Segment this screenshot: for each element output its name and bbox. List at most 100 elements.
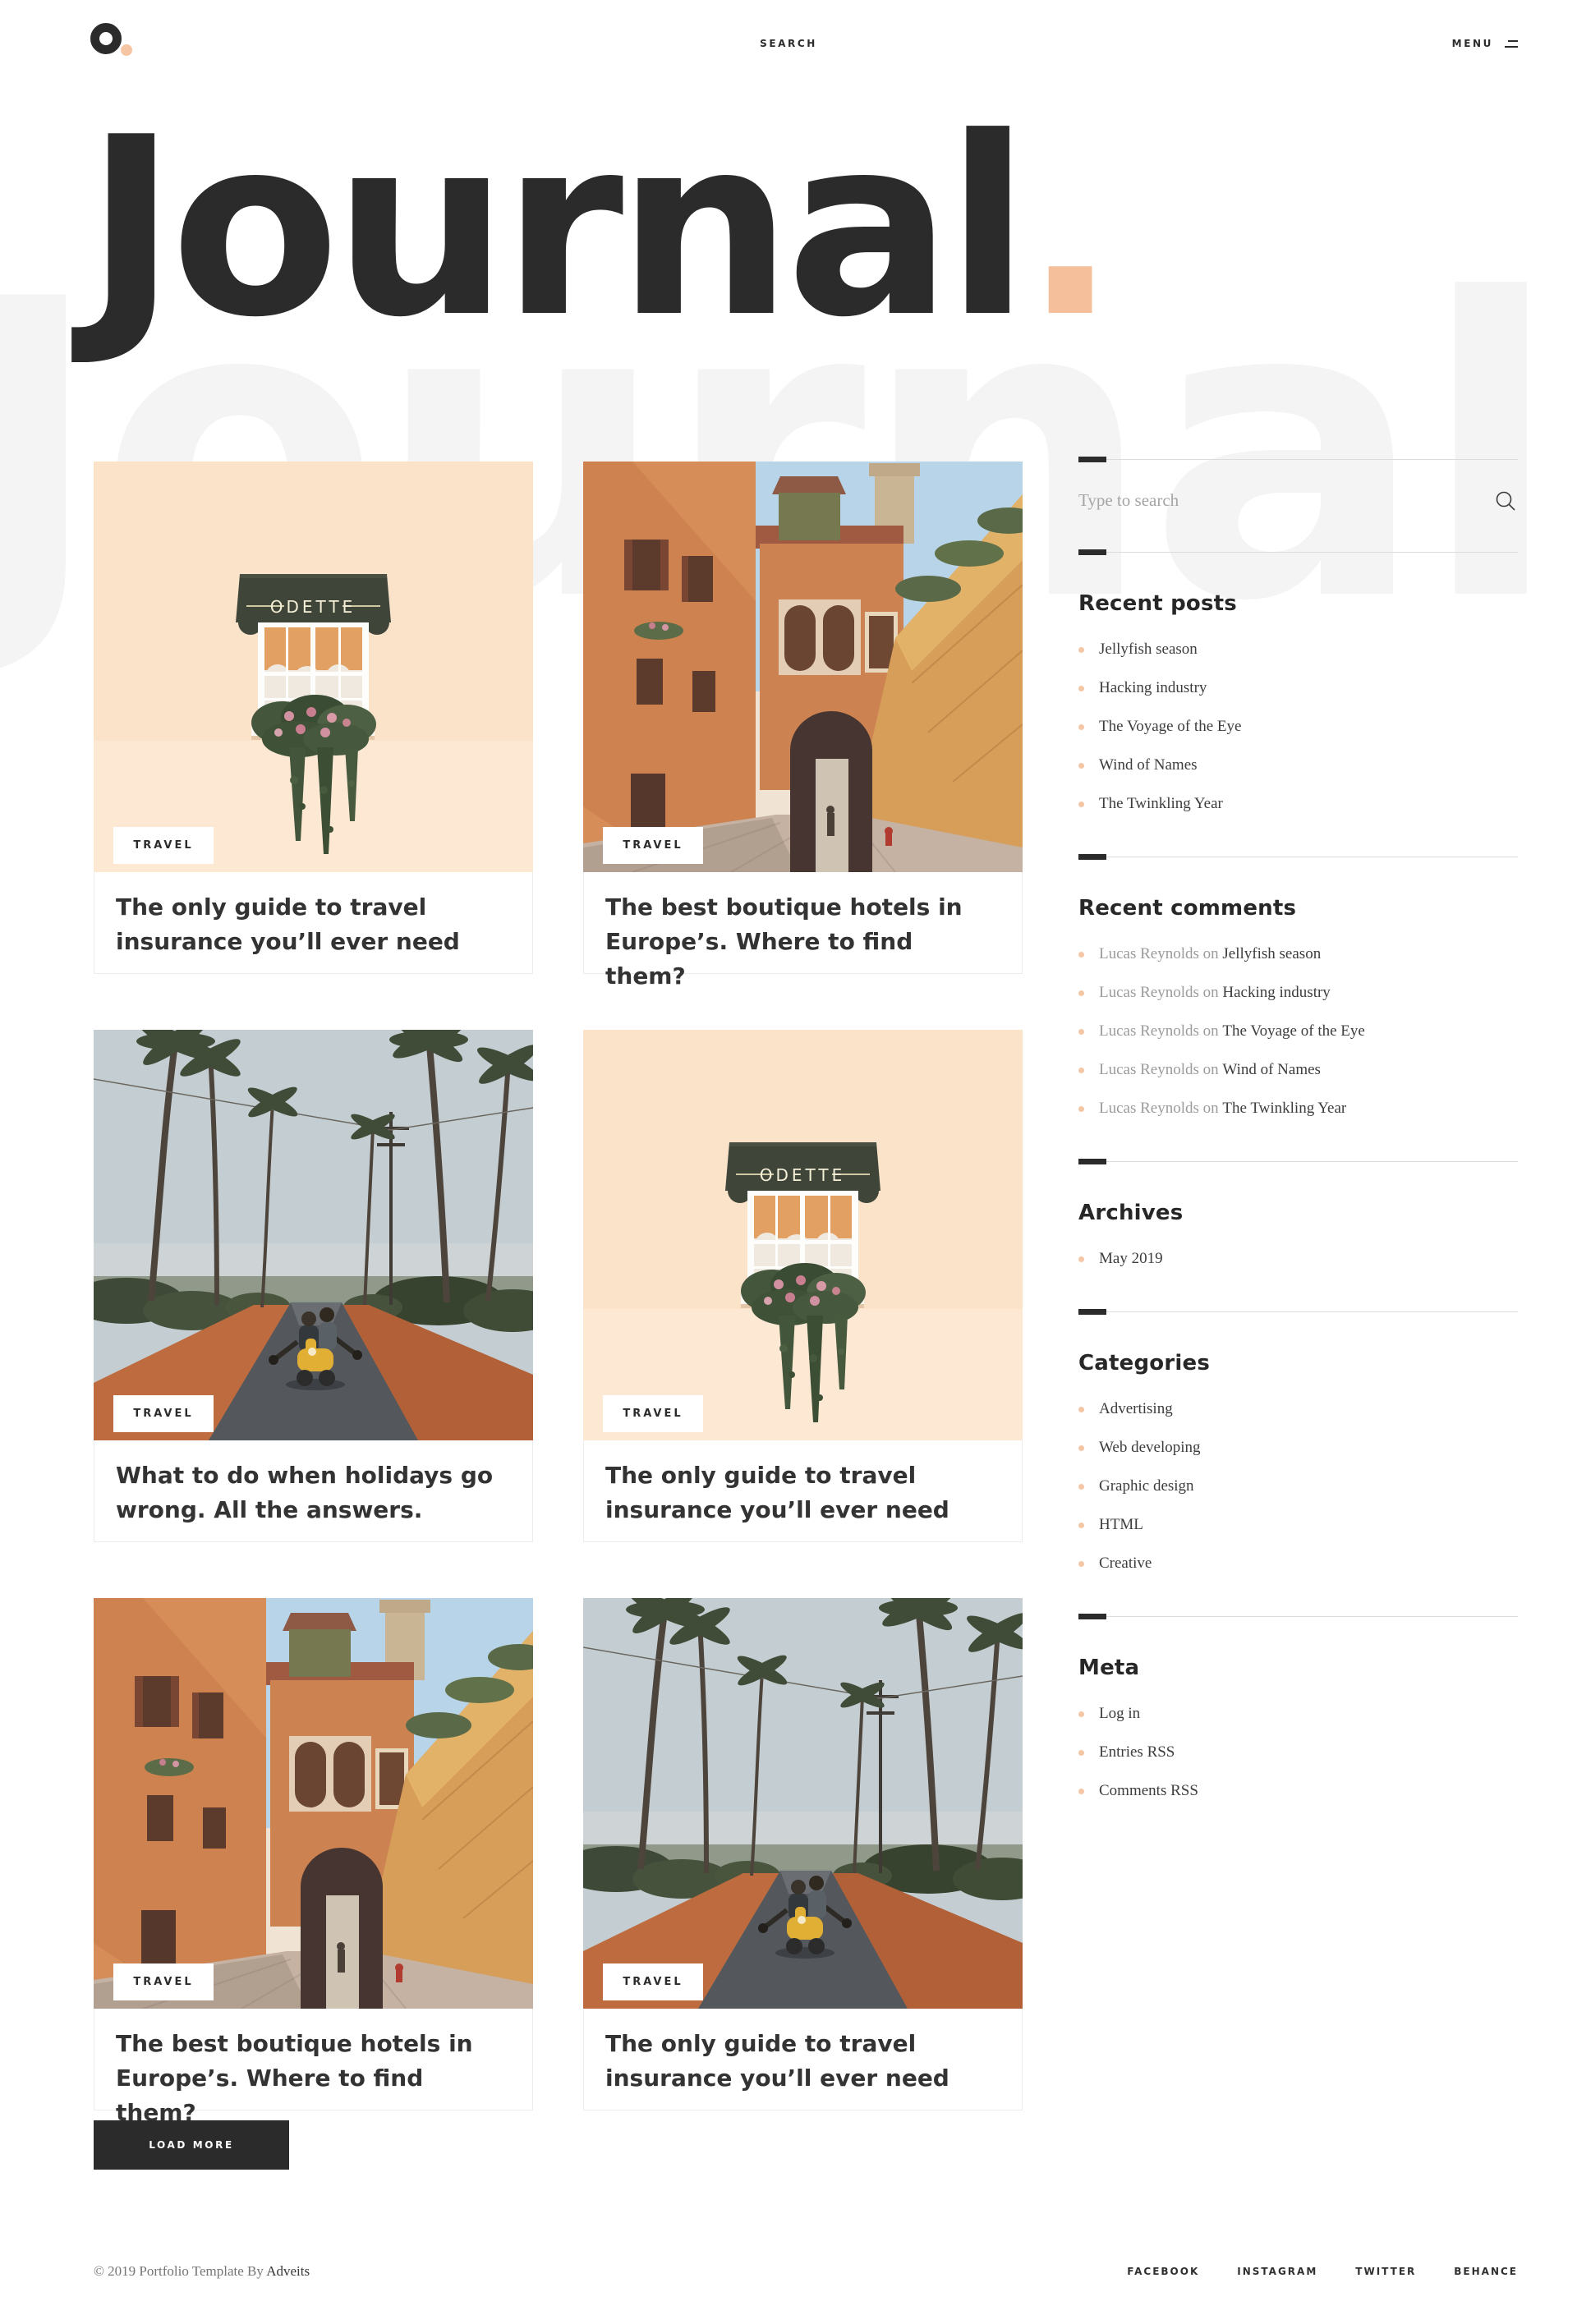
- odette-storefront-illustration: ODETTE: [94, 462, 533, 872]
- post-category-tag[interactable]: TRAVEL: [603, 1963, 703, 2000]
- list-item[interactable]: May 2019: [1078, 1250, 1518, 1268]
- bullet-dot-icon: [1078, 1106, 1084, 1112]
- post-category-tag[interactable]: TRAVEL: [113, 827, 214, 864]
- comment-author: Lucas Reynolds on: [1099, 1022, 1222, 1040]
- list-item[interactable]: Lucas Reynolds on The Voyage of the Eye: [1078, 1022, 1518, 1040]
- comment-post-link[interactable]: The Twinkling Year: [1222, 1100, 1346, 1118]
- list-item[interactable]: Advertising: [1078, 1400, 1518, 1418]
- sidebar-widget: Categories AdvertisingWeb developingGrap…: [1078, 1309, 1518, 1573]
- post-category-tag[interactable]: TRAVEL: [113, 1395, 214, 1432]
- list-item[interactable]: Lucas Reynolds on Hacking industry: [1078, 984, 1518, 1002]
- svg-text:ODETTE: ODETTE: [270, 597, 356, 617]
- footer-social: FACEBOOK INSTAGRAM TWITTER BEHANCE: [1127, 2266, 1518, 2277]
- list-item[interactable]: The Twinkling Year: [1078, 795, 1518, 813]
- list-item[interactable]: Jellyfish season: [1078, 641, 1518, 659]
- sidebar-widget: Archives May 2019: [1078, 1159, 1518, 1268]
- comment-post-link[interactable]: The Voyage of the Eye: [1222, 1022, 1364, 1040]
- list-item[interactable]: Graphic design: [1078, 1477, 1518, 1495]
- widget-link[interactable]: Entries RSS: [1099, 1743, 1175, 1761]
- list-item[interactable]: Entries RSS: [1078, 1743, 1518, 1761]
- post-title[interactable]: What to do when holidays go wrong. All t…: [116, 1458, 511, 1527]
- sidebar-widgets: Recent posts Jellyfish season Hacking ind…: [1078, 549, 1518, 1800]
- post-title[interactable]: The only guide to travel insurance you’l…: [605, 2027, 1000, 2096]
- post-card: TRAVEL The only guide to travel insuranc…: [583, 1598, 1023, 2110]
- post-image[interactable]: TRAVEL: [583, 462, 1023, 872]
- bullet-dot-icon: [1078, 1445, 1084, 1451]
- search-icon[interactable]: [1495, 490, 1516, 512]
- post-image[interactable]: TRAVEL: [94, 1030, 533, 1440]
- widget-link[interactable]: Advertising: [1099, 1400, 1173, 1418]
- comment-post-link[interactable]: Jellyfish season: [1222, 945, 1321, 963]
- load-more-button[interactable]: LOAD MORE: [94, 2120, 289, 2170]
- post-image[interactable]: TRAVEL: [94, 1598, 533, 2009]
- palm-road-scooter-illustration: [583, 1598, 1023, 2009]
- comment-post-link[interactable]: Wind of Names: [1222, 1061, 1321, 1079]
- post-body: What to do when holidays go wrong. All t…: [94, 1440, 533, 1542]
- bullet-dot-icon: [1078, 1711, 1084, 1717]
- search-input[interactable]: [1078, 482, 1518, 519]
- social-link-instagram[interactable]: INSTAGRAM: [1237, 2266, 1317, 2277]
- bullet-dot-icon: [1078, 1750, 1084, 1756]
- post-title[interactable]: The only guide to travel insurance you’l…: [116, 890, 511, 959]
- list-item[interactable]: Lucas Reynolds on The Twinkling Year: [1078, 1100, 1518, 1118]
- social-link-behance[interactable]: BEHANCE: [1454, 2266, 1518, 2277]
- widget-link[interactable]: Graphic design: [1099, 1477, 1194, 1495]
- post-category-tag[interactable]: TRAVEL: [603, 827, 703, 864]
- header-menu[interactable]: MENU: [1452, 38, 1518, 49]
- list-item[interactable]: Hacking industry: [1078, 679, 1518, 697]
- post-body: The best boutique hotels in Europe’s. Wh…: [583, 872, 1023, 974]
- list-item[interactable]: Lucas Reynolds on Wind of Names: [1078, 1061, 1518, 1079]
- posts-grid: ODETTE TRAVEL The only guide to travel i…: [94, 462, 1023, 2110]
- post-card: TRAVEL The best boutique hotels in Europ…: [583, 462, 1023, 974]
- widget-list: Log in Entries RSS Comments RSS: [1078, 1705, 1518, 1800]
- post-image[interactable]: TRAVEL: [583, 1598, 1023, 2009]
- list-item[interactable]: Lucas Reynolds on Jellyfish season: [1078, 945, 1518, 963]
- widget-title: Recent posts: [1078, 591, 1518, 616]
- widget-list: Jellyfish season Hacking industry The Voya…: [1078, 641, 1518, 813]
- widget-link[interactable]: May 2019: [1099, 1250, 1163, 1268]
- list-item[interactable]: Log in: [1078, 1705, 1518, 1723]
- widget-link[interactable]: HTML: [1099, 1516, 1143, 1534]
- copyright: © 2019 Portfolio Template By Adveits: [94, 2263, 310, 2280]
- post-title[interactable]: The best boutique hotels in Europe’s. Wh…: [605, 890, 1000, 994]
- widget-link[interactable]: Jellyfish season: [1099, 641, 1198, 659]
- widget-link[interactable]: The Twinkling Year: [1099, 795, 1223, 813]
- widget-link[interactable]: Web developing: [1099, 1439, 1201, 1457]
- title-accent-dot: .: [1023, 85, 1117, 371]
- list-item[interactable]: Comments RSS: [1078, 1782, 1518, 1800]
- comment-post-link[interactable]: Hacking industry: [1222, 984, 1330, 1002]
- divider: [1078, 1614, 1518, 1619]
- list-item[interactable]: Creative: [1078, 1555, 1518, 1573]
- widget-link[interactable]: Creative: [1099, 1555, 1152, 1573]
- widget-list: Lucas Reynolds on Jellyfish seasonLucas …: [1078, 945, 1518, 1118]
- bullet-dot-icon: [1078, 1561, 1084, 1567]
- bullet-dot-icon: [1078, 1256, 1084, 1262]
- sidebar-widget: Meta Log inEntries RSSComments RSS: [1078, 1614, 1518, 1800]
- divider: [1078, 457, 1518, 462]
- social-link-facebook[interactable]: FACEBOOK: [1127, 2266, 1199, 2277]
- header-search-link[interactable]: SEARCH: [760, 38, 817, 49]
- widget-link[interactable]: Comments RSS: [1099, 1782, 1198, 1800]
- widget-link[interactable]: The Voyage of the Eye: [1099, 718, 1241, 736]
- list-item[interactable]: HTML: [1078, 1516, 1518, 1534]
- list-item[interactable]: Wind of Names: [1078, 756, 1518, 774]
- widget-link[interactable]: Log in: [1099, 1705, 1140, 1723]
- comment-author: Lucas Reynolds on: [1099, 984, 1222, 1002]
- post-title[interactable]: The best boutique hotels in Europe’s. Wh…: [116, 2027, 511, 2130]
- comment-author: Lucas Reynolds on: [1099, 1061, 1222, 1079]
- divider: [1078, 854, 1518, 860]
- bullet-dot-icon: [1078, 1789, 1084, 1794]
- list-item[interactable]: The Voyage of the Eye: [1078, 718, 1518, 736]
- post-image[interactable]: ODETTE TRAVEL: [94, 462, 533, 872]
- list-item[interactable]: Web developing: [1078, 1439, 1518, 1457]
- post-image[interactable]: ODETTE TRAVEL: [583, 1030, 1023, 1440]
- post-category-tag[interactable]: TRAVEL: [113, 1963, 214, 2000]
- brand-link[interactable]: Adveits: [266, 2263, 310, 2279]
- widget-link[interactable]: Wind of Names: [1099, 756, 1198, 774]
- logo-ring-icon: [90, 23, 122, 54]
- widget-link[interactable]: Hacking industry: [1099, 679, 1207, 697]
- post-category-tag[interactable]: TRAVEL: [603, 1395, 703, 1432]
- post-title[interactable]: The only guide to travel insurance you’l…: [605, 1458, 1000, 1527]
- social-link-twitter[interactable]: TWITTER: [1355, 2266, 1416, 2277]
- logo[interactable]: [90, 23, 138, 59]
